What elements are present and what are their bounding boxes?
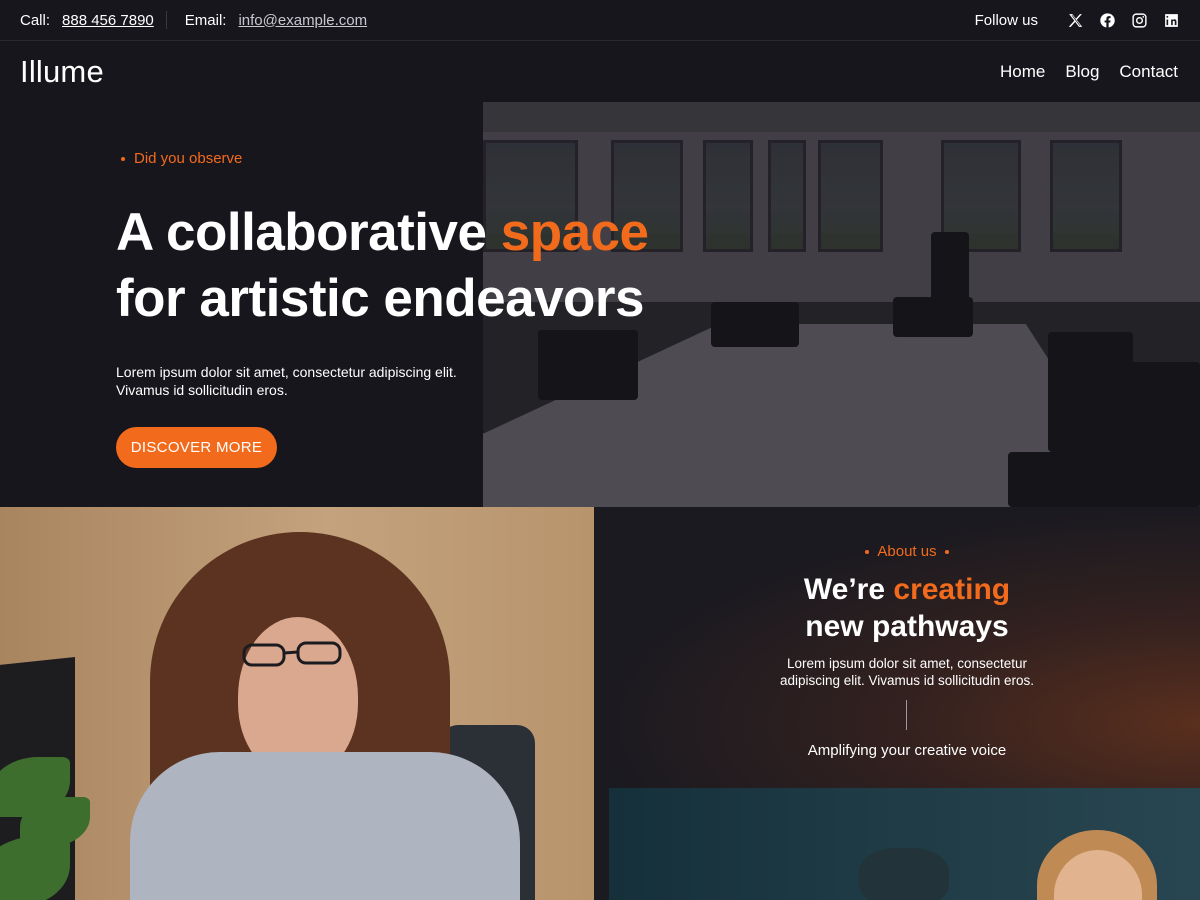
about-title-part1: We’re — [803, 573, 894, 606]
hero-title-part1: A collaborative — [116, 203, 501, 262]
facebook-icon[interactable] — [1098, 11, 1116, 29]
hero-section: Did you observe A collaborative space for… — [0, 102, 1200, 507]
about-title: We’re creating new pathways — [594, 571, 1200, 645]
nav-contact[interactable]: Contact — [1119, 62, 1178, 82]
hero-text-line1: Lorem ipsum dolor sit amet, consectetur … — [116, 364, 457, 380]
call-label: Call: — [20, 11, 51, 29]
site-logo[interactable]: Illume — [20, 54, 104, 90]
about-text-line2: adipiscing elit. Vivamus id sollicitudin… — [779, 673, 1035, 688]
about-tagline: Amplifying your creative voice — [807, 742, 1007, 759]
site-header: Illume Home Blog Contact — [0, 41, 1200, 102]
nav-blog[interactable]: Blog — [1065, 62, 1099, 82]
blonde-woman-image — [609, 788, 1200, 900]
about-title-accent: creating — [893, 573, 1011, 606]
hero-eyebrow: Did you observe — [120, 150, 243, 167]
hero-title-accent: space — [500, 203, 649, 262]
email-link[interactable]: info@example.com — [238, 12, 367, 29]
hero-title-part2: for artistic endeavors — [116, 269, 645, 328]
top-bar: Call: 888 456 7890 Email: info@example.c… — [0, 0, 1200, 41]
about-text-line1: Lorem ipsum dolor sit amet, consectetur — [786, 656, 1028, 671]
about-title-part2: new pathways — [805, 610, 1009, 643]
phone-link[interactable]: 888 456 7890 — [62, 12, 154, 29]
hero-description: Lorem ipsum dolor sit amet, consectetur … — [116, 363, 536, 399]
contact-info: Call: 888 456 7890 Email: info@example.c… — [20, 11, 367, 29]
about-eyebrow: About us — [594, 543, 1200, 560]
woman-with-glasses-image — [0, 507, 594, 900]
email-label: Email: — [184, 11, 227, 29]
divider — [165, 11, 167, 29]
discover-more-button[interactable]: DISCOVER MORE — [116, 427, 277, 468]
linkedin-icon[interactable] — [1162, 11, 1180, 29]
about-eyebrow-label: About us — [877, 543, 937, 560]
hero-text-line2: Vivamus id sollicitudin eros. — [116, 382, 288, 398]
hero-title: A collaborative space for artistic endeav… — [116, 200, 756, 332]
vertical-divider — [906, 700, 907, 730]
social-links: Follow us — [975, 11, 1180, 29]
x-icon[interactable] — [1066, 11, 1084, 29]
nav-home[interactable]: Home — [1000, 62, 1045, 82]
instagram-icon[interactable] — [1130, 11, 1148, 29]
follow-us-label: Follow us — [974, 11, 1038, 29]
about-description: Lorem ipsum dolor sit amet, consectetur a… — [594, 655, 1200, 689]
main-nav: Home Blog Contact — [980, 62, 1178, 82]
